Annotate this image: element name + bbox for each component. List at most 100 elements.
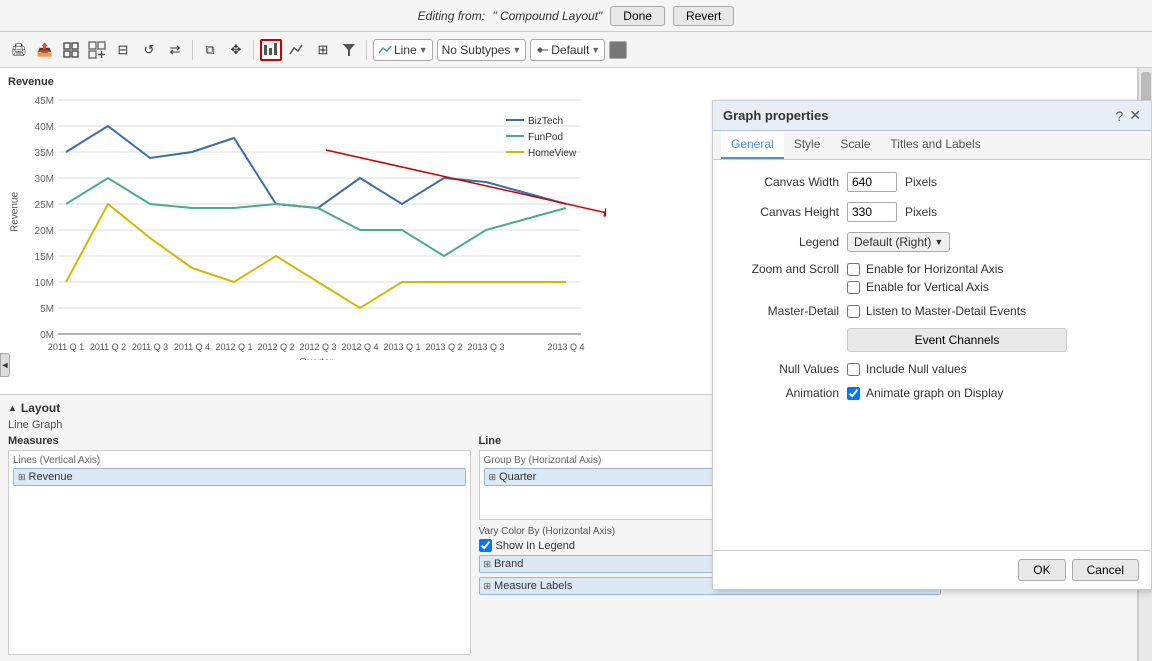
null-values-check-label: Include Null values [866, 362, 967, 376]
svg-text:10M: 10M [35, 278, 54, 289]
main-area: ◄ Revenue Revenue 45M 40M 35M 30 [0, 68, 1152, 661]
duplicate-icon[interactable]: ⧉ [199, 39, 221, 61]
svg-text:2013 Q 3: 2013 Q 3 [467, 342, 504, 352]
funpod-line [66, 178, 566, 256]
tab-titles-labels[interactable]: Titles and Labels [880, 131, 990, 159]
chart-line-dropdown[interactable]: Line ▼ [373, 39, 433, 61]
layout-triangle: ▲ [8, 403, 17, 413]
editing-from-label: Editing from: [418, 9, 485, 23]
help-icon[interactable]: ? [1115, 108, 1123, 124]
props-tabs: General Style Scale Titles and Labels [713, 131, 1151, 160]
move-icon[interactable]: ✥ [225, 39, 247, 61]
zoom-v-checkbox[interactable] [847, 281, 860, 294]
chart-type-icon[interactable] [260, 39, 282, 61]
canvas-width-input[interactable] [847, 172, 897, 192]
svg-text:30M: 30M [35, 174, 54, 185]
svg-text:2012 Q 2: 2012 Q 2 [257, 342, 294, 352]
event-channels-btn[interactable]: Event Channels [847, 328, 1067, 352]
tab-scale[interactable]: Scale [830, 131, 880, 159]
close-icon[interactable]: ✕ [1129, 107, 1141, 124]
grid-icon[interactable]: ⊞ [312, 39, 334, 61]
canvas-width-unit: Pixels [905, 175, 937, 189]
refresh-icon[interactable]: ↺ [138, 39, 160, 61]
canvas-height-label: Canvas Height [729, 205, 839, 219]
bar-chart-icon[interactable] [286, 39, 308, 61]
measure-labels-label: Measure Labels [494, 580, 572, 592]
animation-check-label: Animate graph on Display [866, 386, 1003, 400]
sep3 [366, 40, 367, 60]
view-icon[interactable] [60, 39, 82, 61]
legend-dropdown[interactable]: Default (Right) ▼ [847, 232, 950, 252]
props-body: Canvas Width Pixels Canvas Height Pixels… [713, 160, 1151, 550]
measure-labels-icon: ⊞ [484, 581, 492, 592]
zoom-h-checkbox[interactable] [847, 263, 860, 276]
subtypes-arrow: ▼ [512, 45, 521, 55]
editing-bar: Editing from: " Compound Layout" Done Re… [0, 0, 1152, 32]
revenue-item[interactable]: ⊞ Revenue [13, 468, 466, 486]
animation-label: Animation [729, 386, 839, 400]
animation-checkbox[interactable] [847, 387, 860, 400]
remove-view-icon[interactable]: ⊟ [112, 39, 134, 61]
zoom-scroll-row: Zoom and Scroll Enable for Horizontal Ax… [729, 262, 1135, 294]
legend-arrow: ▼ [934, 237, 943, 247]
svg-text:5M: 5M [40, 304, 54, 315]
svg-text:2013 Q 1: 2013 Q 1 [383, 342, 420, 352]
scrollbar-thumb[interactable] [1141, 72, 1151, 102]
brand-label: Brand [494, 558, 523, 570]
svg-text:2013 Q 4: 2013 Q 4 [547, 342, 584, 352]
revenue-icon: ⊞ [18, 472, 26, 483]
graph-properties-panel: Graph properties ? ✕ General Style Scale… [712, 100, 1152, 590]
line-label: Line [394, 43, 417, 57]
svg-text:45M: 45M [35, 96, 54, 107]
props-title: Graph properties [723, 108, 828, 123]
canvas-width-row: Canvas Width Pixels [729, 172, 1135, 192]
animation-check-row: Animate graph on Display [847, 386, 1003, 400]
switch-view-icon[interactable]: ⇄ [164, 39, 186, 61]
sep1 [192, 40, 193, 60]
master-detail-check-label: Listen to Master-Detail Events [866, 304, 1026, 318]
animation-row: Animation Animate graph on Display [729, 386, 1135, 400]
canvas-height-input[interactable] [847, 202, 897, 222]
line-chart-svg: 45M 40M 35M 30M 25M 20M 15M [26, 90, 606, 360]
subtypes-dropdown[interactable]: No Subtypes ▼ [437, 39, 527, 61]
print-icon[interactable]: 🖨 [8, 39, 30, 61]
legend-row: Legend Default (Right) ▼ [729, 232, 1135, 252]
show-legend-checkbox[interactable] [479, 539, 492, 552]
cancel-button[interactable]: Cancel [1072, 559, 1139, 581]
svg-text:BizTech: BizTech [528, 116, 563, 127]
layout-title: Layout [21, 401, 60, 415]
svg-text:HomeView: HomeView [528, 148, 577, 159]
filter-icon[interactable] [338, 39, 360, 61]
legend-value: Default (Right) [854, 235, 931, 249]
tab-general[interactable]: General [721, 131, 784, 159]
zoom-h-label: Enable for Horizontal Axis [866, 262, 1003, 276]
tab-style[interactable]: Style [784, 131, 831, 159]
ok-button[interactable]: OK [1018, 559, 1065, 581]
default-dropdown[interactable]: Default ▼ [530, 39, 605, 61]
props-header: Graph properties ? ✕ [713, 101, 1151, 131]
show-legend-label: Show In Legend [496, 540, 576, 552]
props-footer: OK Cancel [713, 550, 1151, 589]
color-swatch[interactable] [609, 41, 627, 59]
master-detail-row: Master-Detail Listen to Master-Detail Ev… [729, 304, 1135, 318]
master-detail-checkbox[interactable] [847, 305, 860, 318]
zoom-scroll-label: Zoom and Scroll [729, 262, 839, 276]
export-icon[interactable]: 📤 [34, 39, 56, 61]
default-arrow: ▼ [591, 45, 600, 55]
null-values-checkbox[interactable] [847, 363, 860, 376]
default-label: Default [551, 43, 589, 57]
done-button[interactable]: Done [610, 6, 665, 26]
quarter-label: Quarter [499, 471, 536, 483]
measures-col: Measures Lines (Vertical Axis) ⊞ Revenue [8, 435, 471, 655]
measures-drop-zone[interactable]: Lines (Vertical Axis) ⊞ Revenue [8, 450, 471, 655]
svg-text:20M: 20M [35, 226, 54, 237]
svg-text:35M: 35M [35, 148, 54, 159]
add-view-icon[interactable] [86, 39, 108, 61]
null-values-check-row: Include Null values [847, 362, 967, 376]
props-header-icons: ? ✕ [1115, 107, 1141, 124]
svg-text:0M: 0M [40, 330, 54, 341]
zoom-v-label: Enable for Vertical Axis [866, 280, 989, 294]
revert-button[interactable]: Revert [673, 6, 734, 26]
collapse-left-btn[interactable]: ◄ [0, 353, 10, 377]
biztech-line [66, 126, 566, 208]
